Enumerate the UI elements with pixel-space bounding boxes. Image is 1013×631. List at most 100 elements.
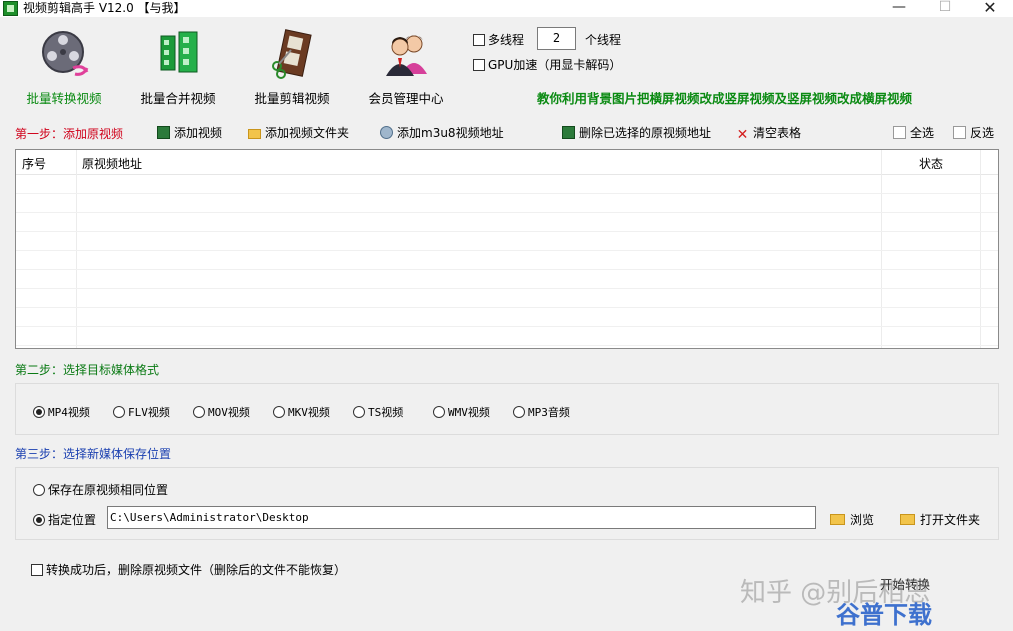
add-video-button[interactable]: 添加视频: [157, 124, 222, 141]
gpu-label: GPU加速（用显卡解码）: [488, 58, 622, 72]
add-folder-button[interactable]: 添加视频文件夹: [248, 124, 349, 141]
format-label: TS视频: [368, 406, 404, 419]
gpu-checkbox[interactable]: GPU加速（用显卡解码）: [473, 56, 621, 73]
add-folder-label: 添加视频文件夹: [265, 126, 350, 140]
table-row: [16, 327, 998, 346]
specified-location-radio[interactable]: 指定位置: [33, 511, 96, 528]
format-flv-radio[interactable]: FLV视频: [113, 404, 170, 420]
col-index-header[interactable]: 序号: [22, 155, 46, 172]
folder-open-icon: [900, 514, 915, 525]
delete-selected-button[interactable]: 删除已选择的原视频地址: [562, 124, 711, 141]
video-table[interactable]: 序号 原视频地址 状态: [15, 149, 999, 349]
members-icon: [386, 35, 427, 76]
step3-title: 第三步：选择新媒体保存位置: [15, 447, 172, 461]
radio-circle[interactable]: [113, 406, 125, 418]
table-row: [16, 194, 998, 213]
format-label: MP4视频: [48, 406, 90, 419]
format-label: MP3音频: [528, 406, 570, 419]
format-label: MKV视频: [288, 406, 330, 419]
film-scissors-icon: [272, 29, 312, 79]
table-row: [16, 308, 998, 327]
radio-circle[interactable]: [193, 406, 205, 418]
delete-after-checkbox[interactable]: 转换成功后，删除原视频文件（删除后的文件不能恢复）: [31, 561, 346, 578]
toolbar-member-center[interactable]: 会员管理中心: [347, 26, 465, 106]
toolbar-batch-merge[interactable]: 批量合并视频: [119, 26, 237, 106]
table-header: 序号 原视频地址 状态: [16, 150, 998, 175]
table-row: [16, 251, 998, 270]
format-mov-radio[interactable]: MOV视频: [193, 404, 250, 420]
toolbar-label: 批量转换视频: [26, 91, 102, 106]
clear-table-label: 清空表格: [753, 126, 802, 140]
title-bar: 视频剪辑高手 V12.0 【与我】 — ☐ ✕: [0, 0, 1013, 17]
radio-circle[interactable]: [353, 406, 365, 418]
col-path-header[interactable]: 原视频地址: [82, 155, 142, 172]
thread-count-input[interactable]: 2: [537, 27, 576, 50]
open-folder-button[interactable]: 打开文件夹: [900, 511, 980, 528]
maximize-button[interactable]: ☐: [922, 0, 968, 17]
format-label: MOV视频: [208, 406, 250, 419]
toolbar-label: 会员管理中心: [368, 91, 444, 106]
format-wmv-radio[interactable]: WMV视频: [433, 404, 490, 420]
table-row: [16, 270, 998, 289]
select-all-label: 全选: [910, 126, 935, 140]
radio-circle[interactable]: [33, 514, 45, 526]
same-location-radio[interactable]: 保存在原视频相同位置: [33, 481, 168, 498]
step1-title: 第一步：添加原视频: [15, 127, 124, 141]
minimize-button[interactable]: —: [876, 0, 922, 17]
radio-circle[interactable]: [433, 406, 445, 418]
save-path-input[interactable]: C:\Users\Administrator\Desktop: [107, 506, 816, 529]
add-m3u8-button[interactable]: 添加m3u8视频地址: [380, 124, 504, 141]
film-merge-icon: [160, 31, 198, 73]
select-all-button[interactable]: 全选: [893, 124, 934, 141]
delete-video-icon: [562, 126, 575, 139]
open-folder-label: 打开文件夹: [920, 513, 981, 527]
delete-selected-label: 删除已选择的原视频地址: [579, 126, 712, 140]
same-location-label: 保存在原视频相同位置: [48, 483, 169, 497]
table-row: [16, 232, 998, 251]
table-row: [16, 213, 998, 232]
thread-unit-label: 个线程: [585, 33, 622, 47]
app-icon: [3, 1, 18, 16]
folder-search-icon: [830, 514, 845, 525]
checkbox-box[interactable]: [473, 59, 485, 71]
col-status-header[interactable]: 状态: [919, 155, 943, 172]
invert-label: 反选: [970, 126, 995, 140]
checkbox-box[interactable]: [31, 564, 43, 576]
browse-label: 浏览: [850, 513, 875, 527]
save-location-panel: [15, 467, 999, 540]
radio-circle[interactable]: [33, 406, 45, 418]
document-icon: [953, 126, 966, 139]
format-mp4-radio[interactable]: MP4视频: [33, 404, 90, 420]
radio-circle[interactable]: [513, 406, 525, 418]
film-reel-icon: [42, 31, 89, 76]
tutorial-link[interactable]: 教你利用背景图片把横屏视频改成竖屏视频及竖屏视频改成横屏视频: [537, 88, 912, 107]
delete-after-label: 转换成功后，删除原视频文件（删除后的文件不能恢复）: [46, 563, 347, 577]
toolbar-batch-edit[interactable]: 批量剪辑视频: [233, 26, 351, 106]
format-mkv-radio[interactable]: MKV视频: [273, 404, 330, 420]
clear-table-button[interactable]: ✕ 清空表格: [736, 124, 801, 142]
close-button[interactable]: ✕: [967, 0, 1013, 17]
format-mp3-radio[interactable]: MP3音频: [513, 404, 570, 420]
radio-circle[interactable]: [273, 406, 285, 418]
format-label: WMV视频: [448, 406, 490, 419]
specified-location-label: 指定位置: [48, 513, 97, 527]
toolbar-batch-convert[interactable]: 批量转换视频: [5, 26, 123, 106]
add-m3u8-label: 添加m3u8视频地址: [397, 126, 504, 140]
step2-title: 第二步：选择目标媒体格式: [15, 363, 160, 377]
checkbox-box[interactable]: [473, 34, 485, 46]
radio-circle[interactable]: [33, 484, 45, 496]
format-ts-radio[interactable]: TS视频: [353, 404, 403, 420]
window-title: 视频剪辑高手 V12.0 【与我】: [23, 1, 186, 15]
table-row: [16, 289, 998, 308]
red-x-icon: ✕: [736, 127, 749, 143]
multithread-label: 多线程: [488, 33, 525, 47]
multithread-checkbox[interactable]: 多线程: [473, 31, 524, 48]
browse-button[interactable]: 浏览: [830, 511, 874, 528]
format-label: FLV视频: [128, 406, 170, 419]
invert-select-button[interactable]: 反选: [953, 124, 994, 141]
add-video-label: 添加视频: [174, 126, 223, 140]
link-globe-icon: [380, 126, 393, 139]
add-video-icon: [157, 126, 170, 139]
document-icon: [893, 126, 906, 139]
table-row: [16, 175, 998, 194]
